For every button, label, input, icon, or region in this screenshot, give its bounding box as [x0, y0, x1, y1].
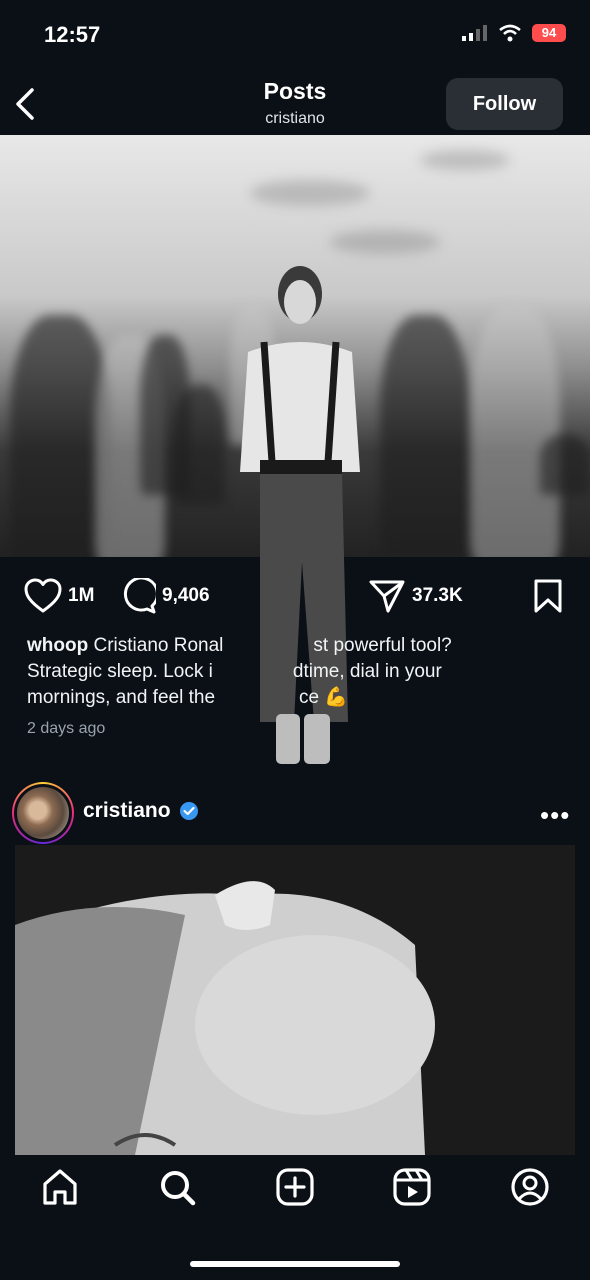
portrait-illustration	[15, 845, 575, 1155]
signal-icon	[462, 25, 487, 41]
reels-icon[interactable]	[392, 1167, 432, 1207]
wifi-icon	[499, 24, 521, 42]
more-options-icon[interactable]: •••	[540, 800, 570, 831]
caption-text: Strategic sleep. Lock i	[27, 661, 213, 682]
home-indicator	[190, 1261, 400, 1267]
caption-text: mornings, and feel the	[27, 687, 216, 708]
caption-text: ce	[299, 687, 320, 708]
battery-indicator: 94	[532, 24, 566, 42]
caption-text: Cristiano Ronal	[93, 635, 224, 656]
comment-icon[interactable]	[120, 578, 156, 614]
heart-icon[interactable]	[24, 578, 62, 614]
share-count[interactable]: 37.3K	[412, 585, 463, 607]
like-count[interactable]: 1M	[68, 585, 94, 607]
post-username[interactable]: cristiano	[83, 799, 199, 823]
home-icon[interactable]	[40, 1167, 80, 1207]
status-time: 12:57	[44, 22, 101, 47]
flexed-biceps-icon: 💪	[324, 687, 349, 708]
comment-count[interactable]: 9,406	[162, 585, 210, 607]
profile-icon[interactable]	[510, 1167, 550, 1207]
bookmark-icon[interactable]	[532, 578, 564, 614]
post-caption: whoop Cristiano Ronal st powerful tool? S…	[27, 633, 562, 711]
status-icons: 94	[462, 24, 566, 42]
follow-button[interactable]: Follow	[446, 78, 563, 130]
caption-text: st powerful tool?	[313, 635, 452, 656]
caption-username[interactable]: whoop	[27, 635, 88, 656]
search-icon[interactable]	[157, 1167, 197, 1207]
caption-text: dtime, dial in your	[292, 661, 442, 682]
avatar[interactable]	[12, 782, 74, 844]
username-label[interactable]: cristiano	[83, 799, 171, 823]
post-image-2[interactable]	[15, 845, 575, 1155]
post-actions: 1M 9,406 37.3K	[0, 572, 590, 622]
plus-square-icon[interactable]	[275, 1167, 315, 1207]
verified-badge-icon	[179, 802, 198, 820]
avatar-image	[14, 784, 72, 842]
post-timestamp: 2 days ago	[27, 720, 106, 737]
paper-plane-icon[interactable]	[368, 578, 406, 614]
